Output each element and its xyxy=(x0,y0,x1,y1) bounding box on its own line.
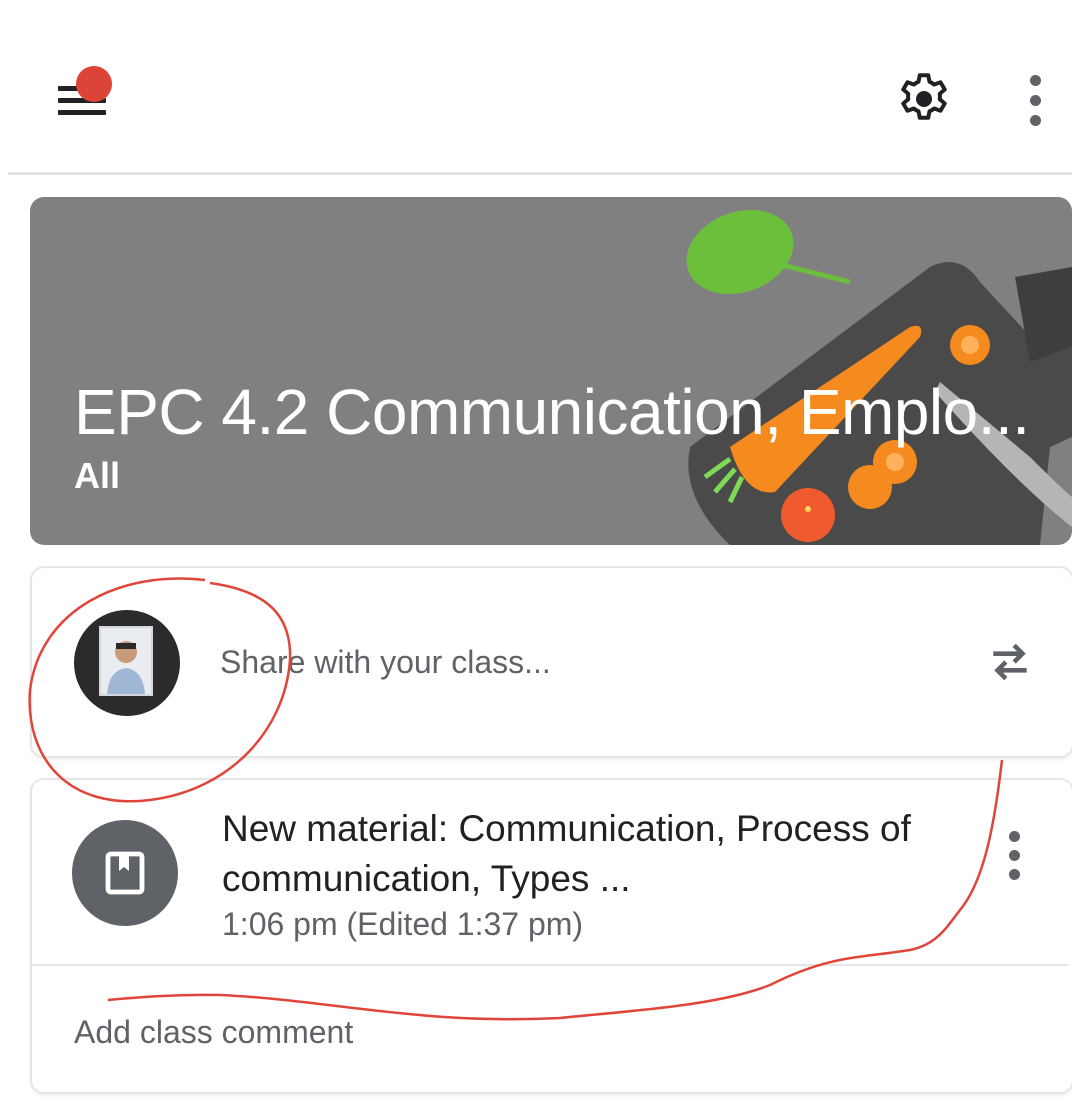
add-class-comment[interactable]: Add class comment xyxy=(74,1014,353,1051)
gear-icon xyxy=(901,73,947,120)
more-vert-icon xyxy=(1008,830,1020,842)
post-title[interactable]: New material: Communication, Process of … xyxy=(222,804,982,904)
post-divider xyxy=(32,964,1068,966)
class-title: EPC 4.2 Communication, Emplo... xyxy=(74,376,1030,448)
book-icon xyxy=(105,851,145,895)
settings-button[interactable] xyxy=(888,63,960,135)
cutting-board-illustration xyxy=(686,209,1072,545)
more-vert-icon-dot xyxy=(1008,868,1020,880)
more-options-button[interactable] xyxy=(1010,70,1060,130)
more-vert-icon-dot xyxy=(1008,849,1020,861)
material-post-card[interactable]: New material: Communication, Process of … xyxy=(30,778,1072,1094)
share-with-class-card[interactable]: Share with your class... xyxy=(30,566,1072,758)
repost-button[interactable] xyxy=(978,630,1042,694)
post-more-button[interactable] xyxy=(994,826,1034,884)
header-divider xyxy=(8,172,1072,175)
more-vert-icon-dot xyxy=(1029,114,1041,126)
avatar xyxy=(74,610,180,716)
class-section: All xyxy=(74,455,121,496)
menu-icon-line xyxy=(58,110,106,115)
notification-dot xyxy=(76,66,112,102)
repost-icon xyxy=(993,643,1027,681)
class-banner[interactable]: EPC 4.2 Communication, Emplo... All xyxy=(30,197,1072,545)
menu-button[interactable] xyxy=(48,60,118,130)
more-vert-icon xyxy=(1029,74,1041,86)
share-input[interactable]: Share with your class... xyxy=(220,644,551,681)
more-vert-icon-dot xyxy=(1029,94,1041,106)
profile-photo xyxy=(99,626,153,696)
material-icon-circle xyxy=(72,820,178,926)
post-timestamp: 1:06 pm (Edited 1:37 pm) xyxy=(222,906,584,942)
